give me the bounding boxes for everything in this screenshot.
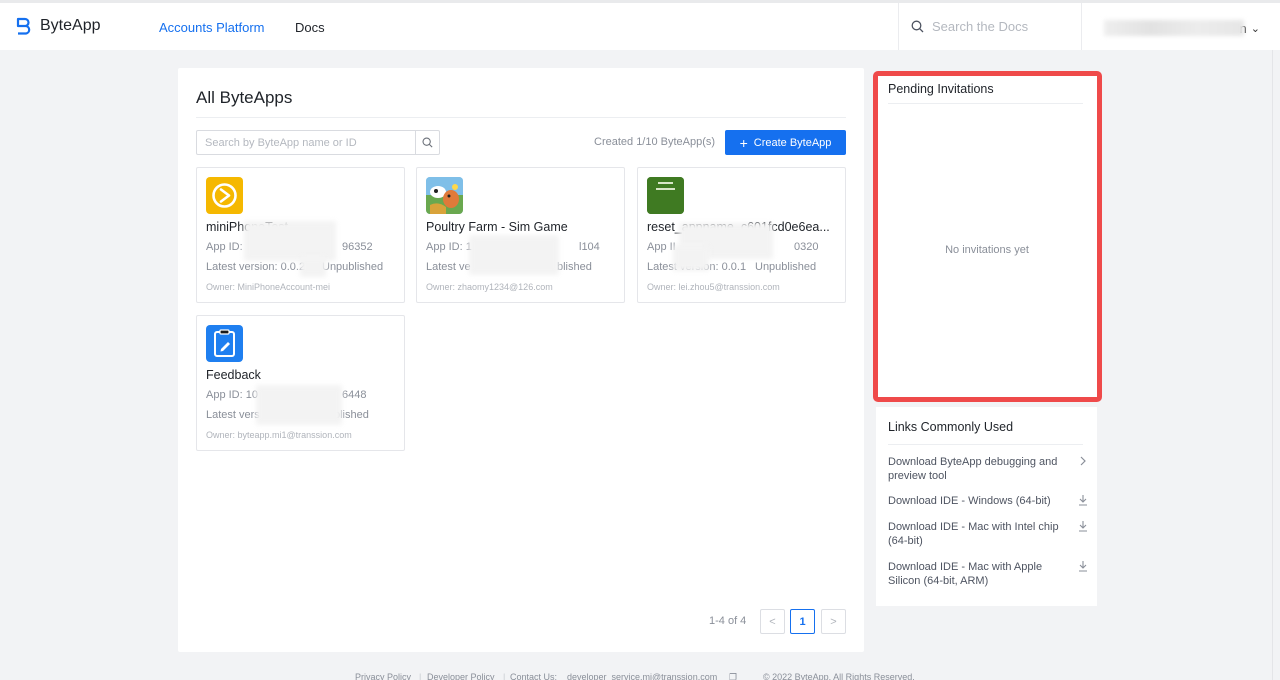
app-id-tail: 96352	[342, 241, 373, 253]
clipboard-edit-icon	[206, 325, 243, 362]
link-ide-mac-intel[interactable]: Download IDE - Mac with Intel chip (64-b…	[888, 520, 1088, 548]
link-label: Download ByteApp debugging and preview t…	[888, 456, 1058, 482]
download-icon	[1079, 561, 1087, 572]
link-label: Download IDE - Windows (64-bit)	[888, 495, 1051, 507]
app-card-poultry-farm[interactable]: Poultry Farm - Sim Game App ID: 1 l104 L…	[416, 167, 625, 303]
copyright-text: © 2022 ByteApp. All Rights Reserved.	[763, 672, 915, 680]
user-menu[interactable]: n ⌄	[1095, 17, 1260, 39]
byteapp-logo-icon	[16, 17, 31, 35]
pagination-info: 1-4 of 4	[709, 615, 747, 627]
nav-docs[interactable]: Docs	[295, 20, 325, 35]
redacted-block	[472, 238, 556, 272]
download-icon	[1079, 521, 1087, 532]
redacted-block	[259, 388, 339, 422]
download-icon	[1079, 495, 1087, 506]
divider	[196, 117, 846, 118]
app-id-tail: l104	[579, 241, 600, 253]
app-status: Unpublished	[322, 261, 384, 273]
link-label: Download IDE - Mac with Apple Silicon (6…	[888, 561, 1043, 587]
prev-page-button[interactable]: <	[760, 609, 785, 634]
app-id: App II	[647, 241, 676, 253]
pending-invitations-title: Pending Invitations	[888, 82, 994, 96]
app-version: Latest vers	[206, 409, 260, 421]
app-owner: Owner: MiniPhoneAccount-mei	[206, 282, 331, 292]
app-search-input[interactable]	[197, 131, 415, 154]
app-card-miniphonetest[interactable]: miniPhoneTest App ID: 96352 Latest versi…	[196, 167, 405, 303]
create-byteapp-label: Create ByteApp	[753, 136, 832, 149]
chevron-down-icon[interactable]: ⌄	[1251, 22, 1260, 35]
app-status: blished	[334, 409, 369, 421]
app-id-tail: 6448	[342, 389, 367, 401]
link-ide-windows[interactable]: Download IDE - Windows (64-bit)	[888, 494, 1088, 508]
app-owner: Owner: zhaomy1234@126.com	[426, 282, 553, 292]
chevron-right-icon	[1080, 456, 1086, 466]
privacy-policy-link[interactable]: Privacy Policy	[355, 672, 411, 680]
app-version: Latest ve	[426, 261, 471, 273]
all-byteapps-panel: All ByteApps Created 1/10 ByteApp(s) + C…	[178, 68, 864, 652]
common-links-panel: Links Commonly Used Download ByteApp deb…	[876, 407, 1097, 606]
separator: |	[503, 672, 506, 680]
farm-game-icon	[426, 177, 463, 214]
app-id-tail: 0320	[794, 241, 819, 253]
app-status: Unpublished	[755, 261, 817, 273]
app-owner: Owner: lei.zhou5@transsion.com	[647, 282, 780, 292]
redacted-block	[303, 260, 323, 274]
copy-icon[interactable]: ❐	[729, 672, 737, 680]
app-name: Poultry Farm - Sim Game	[426, 220, 568, 234]
user-name-redacted	[1103, 20, 1244, 36]
app-id: App ID:	[206, 241, 243, 253]
created-count: Created 1/10 ByteApp(s)	[594, 136, 716, 148]
nav-accounts-platform[interactable]: Accounts Platform	[159, 20, 265, 35]
separator: |	[419, 672, 422, 680]
search-icon	[422, 137, 433, 148]
app-status: blished	[557, 261, 592, 273]
divider	[888, 103, 1083, 104]
docs-search	[898, 3, 1082, 50]
link-label: Download IDE - Mac with Intel chip (64-b…	[888, 521, 1059, 547]
next-page-button[interactable]: >	[821, 609, 846, 634]
redacted-block	[676, 248, 706, 268]
divider	[888, 444, 1083, 445]
chevron-left-icon: <	[769, 615, 776, 628]
top-header: ByteApp Accounts Platform Docs n ⌄	[0, 0, 1280, 50]
redacted-block	[247, 224, 333, 258]
empty-state-text: No invitations yet	[945, 244, 1029, 256]
developer-policy-link[interactable]: Developer Policy	[427, 672, 495, 680]
plus-icon: +	[739, 134, 748, 151]
app-card-feedback[interactable]: Feedback App ID: 10 6448 Latest vers bli…	[196, 315, 405, 451]
chevron-right-icon: >	[830, 615, 837, 628]
link-debug-tool[interactable]: Download ByteApp debugging and preview t…	[888, 455, 1088, 483]
logo-text: ByteApp	[40, 17, 101, 34]
app-id: App ID: 10	[206, 389, 258, 401]
pending-invitations-panel: Pending Invitations No invitations yet	[876, 74, 1098, 398]
search-icon	[911, 20, 924, 33]
contact-email-link[interactable]: developer_service.mi@transsion.com	[567, 672, 717, 680]
play-circle-icon	[206, 177, 243, 214]
page-scrollbar[interactable]	[1272, 50, 1280, 680]
app-search-button[interactable]	[415, 131, 439, 154]
footer: Privacy Policy | Developer Policy | Cont…	[0, 666, 1280, 680]
app-card-reset-appname[interactable]: reset_appname_c601fcd0e6ea... App II 032…	[637, 167, 846, 303]
contact-label: Contact Us:	[510, 672, 558, 680]
green-square-icon	[647, 177, 684, 214]
app-search	[196, 130, 440, 155]
create-byteapp-button[interactable]: + Create ByteApp	[725, 130, 846, 155]
app-id: App ID: 1	[426, 241, 472, 253]
app-name: Feedback	[206, 368, 261, 382]
app-owner: Owner: byteapp.mi1@transsion.com	[206, 430, 352, 440]
app-version: Latest version: 0.0.2	[206, 261, 306, 273]
logo[interactable]: ByteApp	[16, 17, 100, 35]
page-button-1[interactable]: 1	[790, 609, 815, 634]
link-ide-mac-apple-silicon[interactable]: Download IDE - Mac with Apple Silicon (6…	[888, 560, 1088, 588]
docs-search-input[interactable]	[932, 19, 1072, 34]
page-title: All ByteApps	[196, 88, 293, 107]
common-links-title: Links Commonly Used	[888, 420, 1014, 434]
